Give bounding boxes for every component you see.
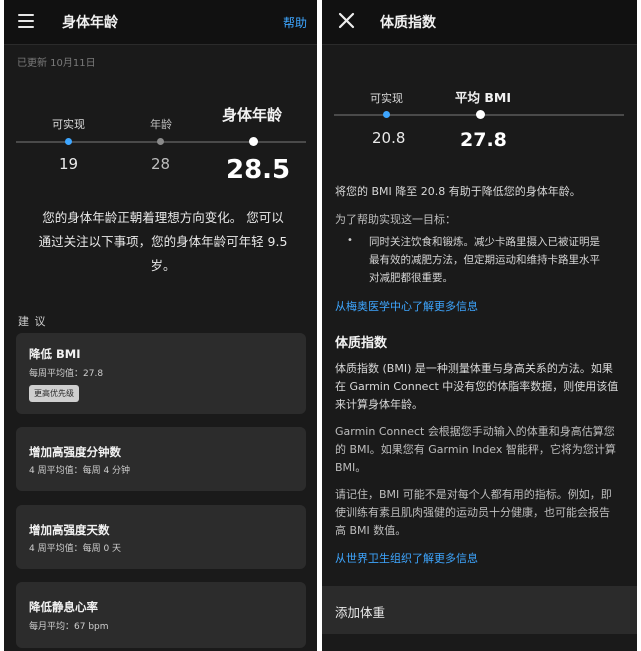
updated-date: 已更新 10月11日 xyxy=(17,58,96,69)
card-subtitle: 每周平均值：27.8 xyxy=(29,369,104,379)
card-subtitle: 4 周平均值：每周 4 分钟 xyxy=(29,466,131,476)
achievable-value: 19 xyxy=(59,155,79,173)
age-value: 28 xyxy=(151,155,171,173)
suggestion-card-resting-hr[interactable]: 降低静息心率 每月平均：67 bpm xyxy=(16,582,306,648)
top-bar: 身体年龄 帮助 xyxy=(4,0,317,45)
mayo-clinic-link[interactable]: 从梅奥医学中心了解更多信息 xyxy=(335,298,478,314)
paragraph-line: 请记住，BMI 可能不是对每个人都有用的指标。例如，即 xyxy=(335,488,612,501)
page-title: 体质指数 xyxy=(380,15,436,31)
suggestions-heading: 建 议 xyxy=(18,315,47,328)
description-line: 通过关注以下事项，您的身体年龄可年轻 9.5 xyxy=(38,234,288,249)
body-age-label: 身体年龄 xyxy=(222,106,283,124)
body-age-screen: 身体年龄 帮助 已更新 10月11日 可实现 年龄 身体年龄 19 28 28.… xyxy=(4,0,317,651)
bullet-line: 同时关注饮食和锻炼。减少卡路里摄入已被证明是 xyxy=(369,236,600,248)
achievable-label: 可实现 xyxy=(52,118,85,131)
avg-bmi-label: 平均 BMI xyxy=(455,90,511,105)
priority-badge: 更高优先级 xyxy=(29,385,79,402)
card-subtitle: 4 周平均值：每周 0 天 xyxy=(29,544,122,554)
goal-label: 为了帮助实现这一目标： xyxy=(335,213,456,226)
paragraph-line: 来计算身体年龄。 xyxy=(335,398,423,411)
body-age-value: 28.5 xyxy=(226,155,291,185)
card-title: 降低 BMI xyxy=(29,347,81,361)
bmi-paragraph-2: Garmin Connect 会根据您手动输入的体重和身高估算您 的 BMI。如… xyxy=(335,423,627,477)
bullet-text: 同时关注饮食和锻炼。减少卡路里摄入已被证明是 最有效的减肥方法，但定期运动和维持… xyxy=(369,233,625,287)
card-title: 增加高强度分钟数 xyxy=(29,445,121,459)
who-link[interactable]: 从世界卫生组织了解更多信息 xyxy=(335,550,478,566)
page-title: 身体年龄 xyxy=(62,15,118,31)
paragraph-line: 的 BMI。如果您有 Garmin Index 智能秤，它将为您计算 xyxy=(335,443,616,456)
body-age-marker xyxy=(249,137,258,146)
card-title: 增加高强度天数 xyxy=(29,523,110,537)
bullet-dot: • xyxy=(347,235,353,246)
avg-bmi-marker xyxy=(476,110,485,119)
description-line: 您的身体年龄正朝着理想方向变化。 您可以 xyxy=(42,210,284,225)
paragraph-line: 使训练有素且肌肉强健的运动员十分健康，也可能会报告 xyxy=(335,506,610,519)
bullet-line: 最有效的减肥方法，但定期运动和维持卡路里水平 xyxy=(369,254,600,266)
bmi-intro: 将您的 BMI 降至 20.8 有助于降低您的身体年龄。 xyxy=(335,185,581,198)
description-line: 岁。 xyxy=(150,258,176,273)
paragraph-line: 在 Garmin Connect 中没有您的体脂率数据，则使用该值 xyxy=(335,380,619,393)
avg-bmi-value: 27.8 xyxy=(460,129,507,151)
bullet-line: 对减肥都很重要。 xyxy=(369,272,453,284)
suggestion-card-intensity-days[interactable]: 增加高强度天数 4 周平均值：每周 0 天 xyxy=(16,505,306,569)
bmi-screen: 体质指数 可实现 平均 BMI 20.8 27.8 将您的 BMI 降至 20.… xyxy=(322,0,637,651)
achievable-value: 20.8 xyxy=(372,129,406,147)
add-weight-label: 添加体重 xyxy=(335,605,386,620)
paragraph-line: Garmin Connect 会根据您手动输入的体重和身高估算您 xyxy=(335,425,615,438)
achievable-marker xyxy=(383,111,390,118)
paragraph-line: 体质指数 (BMI) 是一种测量体重与身高关系的方法。如果 xyxy=(335,362,613,375)
card-subtitle: 每月平均：67 bpm xyxy=(29,622,109,632)
age-description: 您的身体年龄正朝着理想方向变化。 您可以 通过关注以下事项，您的身体年龄可年轻 … xyxy=(28,206,298,278)
bmi-paragraph-3: 请记住，BMI 可能不是对每个人都有用的指标。例如，即 使训练有素且肌肉强健的运… xyxy=(335,486,627,540)
age-marker xyxy=(157,138,164,145)
menu-icon[interactable] xyxy=(18,14,34,28)
close-icon[interactable] xyxy=(338,12,355,29)
add-weight-button[interactable]: 添加体重 xyxy=(322,586,637,634)
suggestion-card-intensity-minutes[interactable]: 增加高强度分钟数 4 周平均值：每周 4 分钟 xyxy=(16,427,306,491)
age-label: 年龄 xyxy=(150,118,172,131)
help-link[interactable]: 帮助 xyxy=(283,14,307,31)
top-bar: 体质指数 xyxy=(322,0,637,45)
suggestion-card-bmi[interactable]: 降低 BMI 每周平均值：27.8 更高优先级 xyxy=(16,333,306,414)
paragraph-line: 高 BMI 数值。 xyxy=(335,524,407,537)
card-title: 降低静息心率 xyxy=(29,600,98,614)
paragraph-line: BMI。 xyxy=(335,461,367,474)
bmi-heading: 体质指数 xyxy=(335,336,388,351)
bmi-paragraph-1: 体质指数 (BMI) 是一种测量体重与身高关系的方法。如果 在 Garmin C… xyxy=(335,360,627,414)
achievable-label: 可实现 xyxy=(370,92,403,105)
achievable-marker xyxy=(65,138,72,145)
